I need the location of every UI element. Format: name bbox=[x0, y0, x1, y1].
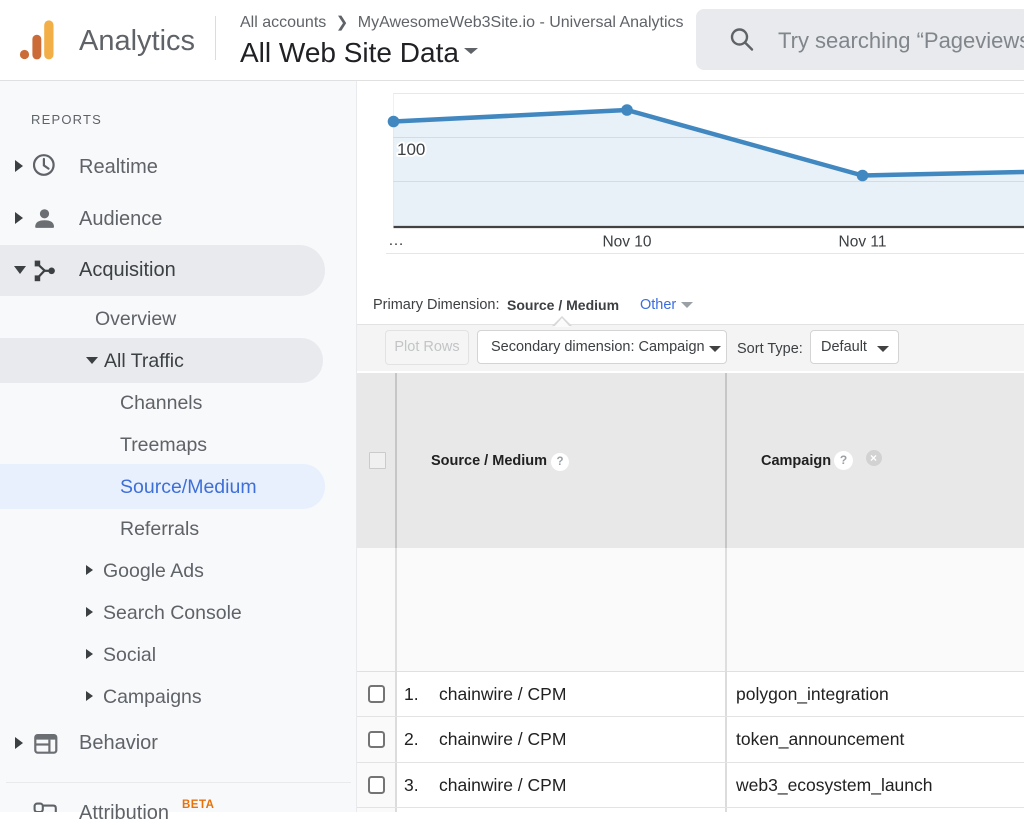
svg-text:Nov 11: Nov 11 bbox=[839, 234, 887, 251]
svg-text:100: 100 bbox=[397, 140, 425, 159]
svg-text:…: … bbox=[388, 232, 404, 249]
svg-text:Nov 10: Nov 10 bbox=[602, 234, 651, 251]
